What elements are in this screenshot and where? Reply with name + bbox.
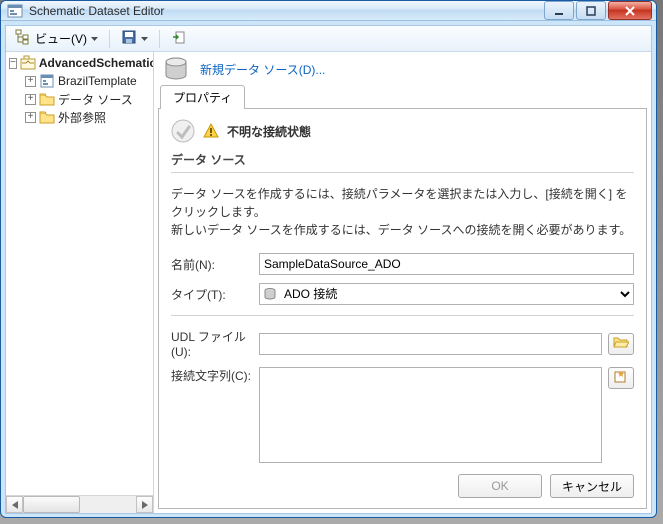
tree-root[interactable]: − AdvancedSchematic — [6, 54, 153, 72]
view-menu[interactable]: ビュー(V) — [10, 26, 103, 51]
udl-label: UDL ファイル(U): — [171, 328, 253, 359]
type-label: タイプ(T): — [171, 286, 253, 303]
main-pane: 新規データ ソース(D)... プロパティ 不明な接続状態 — [154, 52, 651, 513]
connstr-label: 接続文字列(C): — [171, 367, 253, 384]
type-select[interactable]: ADO 接続 — [259, 283, 634, 305]
close-button[interactable] — [608, 1, 652, 20]
tab-strip: プロパティ — [154, 86, 651, 108]
window-title: Schematic Dataset Editor — [29, 4, 544, 18]
open-folder-icon — [613, 335, 629, 352]
save-button[interactable] — [116, 26, 153, 51]
name-input[interactable] — [259, 253, 634, 275]
sidebar: − AdvancedSchematic + BrazilTemplate + — [6, 52, 154, 513]
tree-item-brazil[interactable]: + BrazilTemplate — [6, 72, 153, 90]
tab-properties[interactable]: プロパティ — [160, 85, 245, 109]
scroll-track[interactable] — [23, 496, 136, 513]
tree-item-extref[interactable]: + 外部参照 — [6, 108, 153, 126]
instruction-line: 新しいデータ ソースを作成するには、データ ソースへの接続を開く必要があります。 — [171, 221, 634, 239]
database-icon — [162, 55, 190, 83]
template-icon — [39, 73, 55, 89]
divider — [171, 315, 634, 316]
tab-properties-body: 不明な接続状態 データ ソース データ ソースを作成するには、接続パラメータを選… — [158, 108, 647, 509]
connstr-textarea[interactable] — [259, 367, 602, 463]
tree-icon — [15, 29, 31, 48]
row-connstr: 接続文字列(C): — [171, 367, 634, 466]
main-header: 新規データ ソース(D)... — [154, 52, 651, 86]
collapse-icon[interactable]: − — [9, 58, 17, 69]
app-window: Schematic Dataset Editor ビュー(V) — [0, 0, 657, 518]
maximize-button[interactable] — [576, 1, 606, 20]
tree[interactable]: − AdvancedSchematic + BrazilTemplate + — [6, 52, 153, 495]
scroll-right-button[interactable] — [136, 496, 153, 513]
row-udl: UDL ファイル(U): — [171, 328, 634, 359]
scroll-thumb[interactable] — [23, 496, 80, 513]
chevron-down-icon — [91, 37, 98, 41]
expand-icon[interactable]: + — [25, 94, 36, 105]
import-button[interactable] — [166, 26, 192, 51]
ok-button[interactable]: OK — [458, 474, 542, 498]
horizontal-scrollbar[interactable] — [6, 495, 153, 513]
udl-input[interactable] — [259, 333, 602, 355]
browse-button[interactable] — [608, 333, 634, 355]
row-name: 名前(N): — [171, 253, 634, 275]
warning-icon — [203, 123, 219, 139]
connstr-wizard-button[interactable] — [608, 367, 634, 389]
tree-item-label: データ ソース — [58, 91, 133, 108]
name-label: 名前(N): — [171, 256, 253, 273]
scroll-left-button[interactable] — [6, 496, 23, 513]
wizard-icon — [613, 370, 629, 387]
titlebar: Schematic Dataset Editor — [1, 1, 656, 21]
view-menu-label: ビュー(V) — [35, 30, 87, 47]
row-type: タイプ(T): ADO 接続 — [171, 283, 634, 305]
dataset-icon — [20, 55, 36, 71]
status-row: 不明な接続状態 — [171, 119, 634, 143]
instructions: データ ソースを作成するには、接続パラメータを選択または入力し、[接続を開く] … — [171, 185, 634, 239]
folder-icon — [39, 109, 55, 125]
new-datasource-link[interactable]: 新規データ ソース(D)... — [200, 61, 325, 78]
app-icon — [7, 3, 23, 19]
import-icon — [171, 29, 187, 48]
cancel-button[interactable]: キャンセル — [550, 474, 634, 498]
folder-icon — [39, 91, 55, 107]
chevron-down-icon — [141, 37, 148, 41]
instruction-line: データ ソースを作成するには、接続パラメータを選択または入力し、[接続を開く] … — [171, 185, 634, 221]
dialog-buttons: OK キャンセル — [171, 474, 634, 498]
tree-root-label: AdvancedSchematic — [39, 56, 153, 70]
status-text: 不明な接続状態 — [227, 123, 311, 140]
separator — [159, 30, 160, 48]
tree-item-datasource[interactable]: + データ ソース — [6, 90, 153, 108]
expand-icon[interactable]: + — [25, 76, 36, 87]
separator — [109, 30, 110, 48]
save-icon — [121, 29, 137, 48]
tree-item-label: BrazilTemplate — [58, 74, 137, 88]
expand-icon[interactable]: + — [25, 112, 36, 123]
tree-item-label: 外部参照 — [58, 109, 106, 126]
status-icon — [171, 119, 195, 143]
minimize-button[interactable] — [544, 1, 574, 20]
section-title: データ ソース — [171, 151, 634, 173]
toolbar: ビュー(V) — [6, 26, 651, 52]
